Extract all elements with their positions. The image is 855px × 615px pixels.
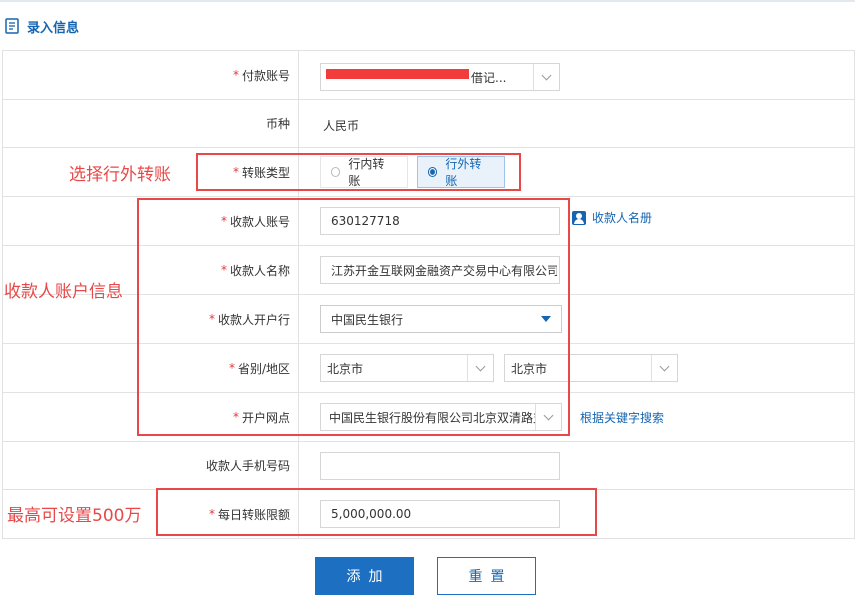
annotation-limit: 最高可设置500万 — [7, 506, 142, 526]
annotation-box-transfer-type — [196, 153, 521, 191]
currency-label: 币种 — [3, 100, 299, 147]
redacted-account-number — [326, 69, 469, 79]
section-header: 录入信息 — [5, 14, 79, 38]
keyword-search-link[interactable]: 根据关键字搜索 — [580, 409, 664, 426]
top-border — [0, 0, 855, 2]
add-button[interactable]: 添加 — [315, 557, 414, 595]
annotation-payee-info: 收款人账户信息 — [4, 282, 123, 302]
required-star: * — [232, 68, 239, 82]
row-currency: 币种 人民币 — [3, 100, 855, 148]
annotation-box-limit — [156, 488, 597, 536]
payee-phone-input[interactable] — [320, 452, 560, 480]
contact-book-icon — [572, 210, 586, 225]
reset-button[interactable]: 重置 — [437, 557, 536, 595]
row-payee-phone: 收款人手机号码 — [3, 442, 855, 490]
annotation-box-payee-info — [137, 198, 570, 436]
annotation-transfer-type: 选择行外转账 — [69, 165, 171, 185]
section-title: 录入信息 — [27, 20, 80, 36]
currency-value: 人民币 — [323, 119, 360, 133]
row-payer-account: * 付款账号 借记... — [3, 51, 855, 100]
payee-roster-link[interactable]: 收款人名册 — [572, 209, 652, 226]
chevron-down-icon[interactable] — [651, 355, 677, 381]
document-icon — [5, 18, 19, 34]
payer-account-select[interactable]: 借记... — [320, 63, 560, 91]
payee-phone-label: 收款人手机号码 — [3, 442, 299, 489]
chevron-down-icon[interactable] — [533, 64, 559, 90]
payer-account-label: * 付款账号 — [3, 51, 299, 99]
